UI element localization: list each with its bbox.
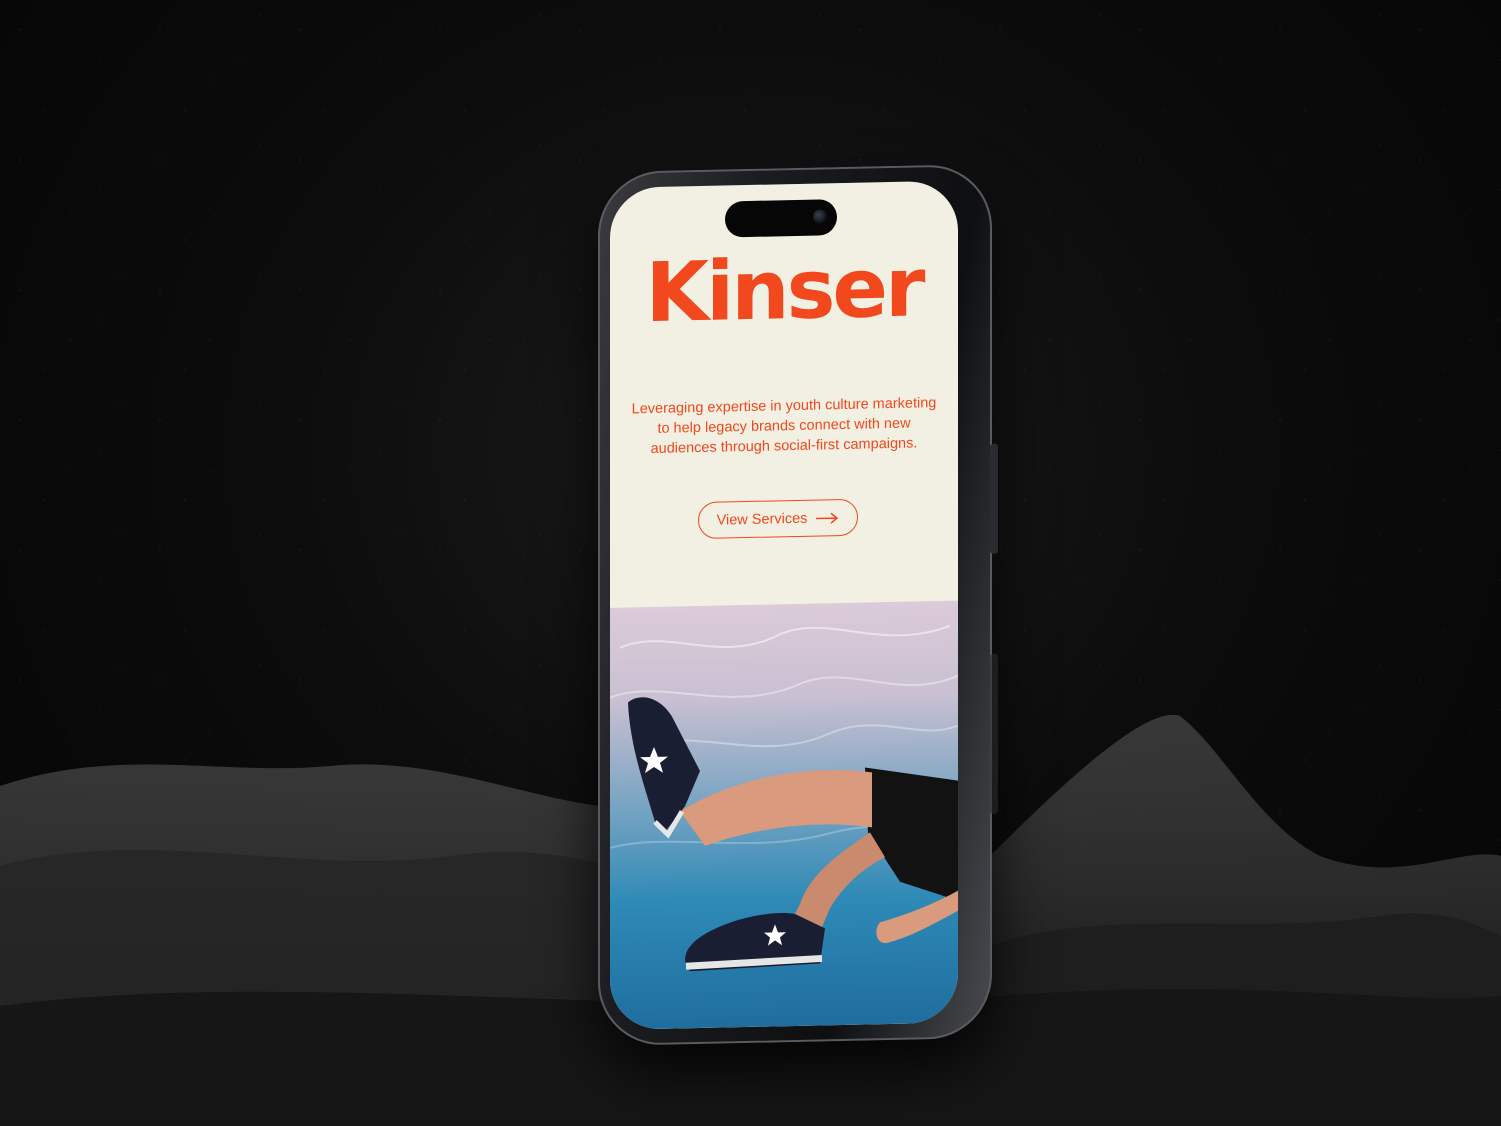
- hero-tagline: Leveraging expertise in youth culture ma…: [631, 395, 937, 458]
- brand-logo[interactable]: Kinser: [610, 240, 958, 341]
- view-services-button[interactable]: View Services: [698, 498, 858, 540]
- dynamic-island: [725, 199, 837, 238]
- phone-side-button: [990, 443, 998, 554]
- arrow-right-icon: [816, 512, 839, 524]
- phone-mockup: Kinser Leveraging expertise in youth cul…: [598, 163, 998, 1047]
- hero-illustration: [610, 624, 958, 972]
- hero-image: [610, 600, 958, 1030]
- view-services-label: View Services: [716, 510, 808, 529]
- camera-icon: [813, 209, 827, 224]
- phone-side-button-lower: [990, 653, 998, 814]
- phone-screen: Kinser Leveraging expertise in youth cul…: [610, 180, 958, 1030]
- mockup-scene: Kinser Leveraging expertise in youth cul…: [0, 0, 1501, 1126]
